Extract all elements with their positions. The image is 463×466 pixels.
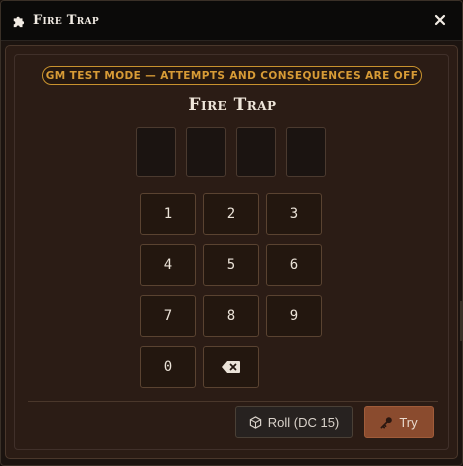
trap-title: Fire Trap — [188, 95, 277, 115]
keypad-key-9[interactable]: 9 — [266, 295, 322, 337]
code-slot-2 — [186, 127, 226, 177]
window-resize-edge[interactable] — [460, 301, 462, 341]
roll-button-label: Roll (DC 15) — [267, 414, 340, 430]
keypad-key-0[interactable]: 0 — [140, 346, 196, 388]
window-title: Fire Trap — [33, 13, 99, 28]
try-button-label: Try — [399, 414, 418, 430]
keypad-key-8[interactable]: 8 — [203, 295, 259, 337]
code-slot-4 — [286, 127, 326, 177]
keypad-key-4[interactable]: 4 — [140, 244, 196, 286]
actions-divider — [28, 401, 438, 402]
keypad-key-3[interactable]: 3 — [266, 193, 322, 235]
keypad-key-7[interactable]: 7 — [140, 295, 196, 337]
roll-button[interactable]: Roll (DC 15) — [235, 406, 353, 438]
try-button[interactable]: Try — [364, 406, 434, 438]
close-button[interactable] — [432, 12, 448, 28]
gm-test-mode-badge: GM TEST MODE — ATTEMPTS AND CONSEQUENCES… — [42, 66, 422, 85]
key-icon — [380, 416, 393, 429]
keypad-key-1[interactable]: 1 — [140, 193, 196, 235]
keypad-key-6[interactable]: 6 — [266, 244, 322, 286]
title-bar[interactable]: Fire Trap — [1, 1, 462, 41]
keypad-backspace-button[interactable] — [203, 346, 259, 388]
dice-icon — [249, 415, 262, 429]
backspace-icon — [222, 361, 240, 373]
code-slot-3 — [236, 127, 276, 177]
code-slot-1 — [136, 127, 176, 177]
trap-panel: GM TEST MODE — ATTEMPTS AND CONSEQUENCES… — [5, 45, 458, 459]
keypad-key-2[interactable]: 2 — [203, 193, 259, 235]
keypad-key-5[interactable]: 5 — [203, 244, 259, 286]
close-icon — [434, 14, 446, 26]
puzzle-piece-icon — [11, 13, 27, 29]
trap-dialog-window: Fire Trap GM TEST MODE — ATTEMPTS AND CO… — [0, 0, 463, 466]
